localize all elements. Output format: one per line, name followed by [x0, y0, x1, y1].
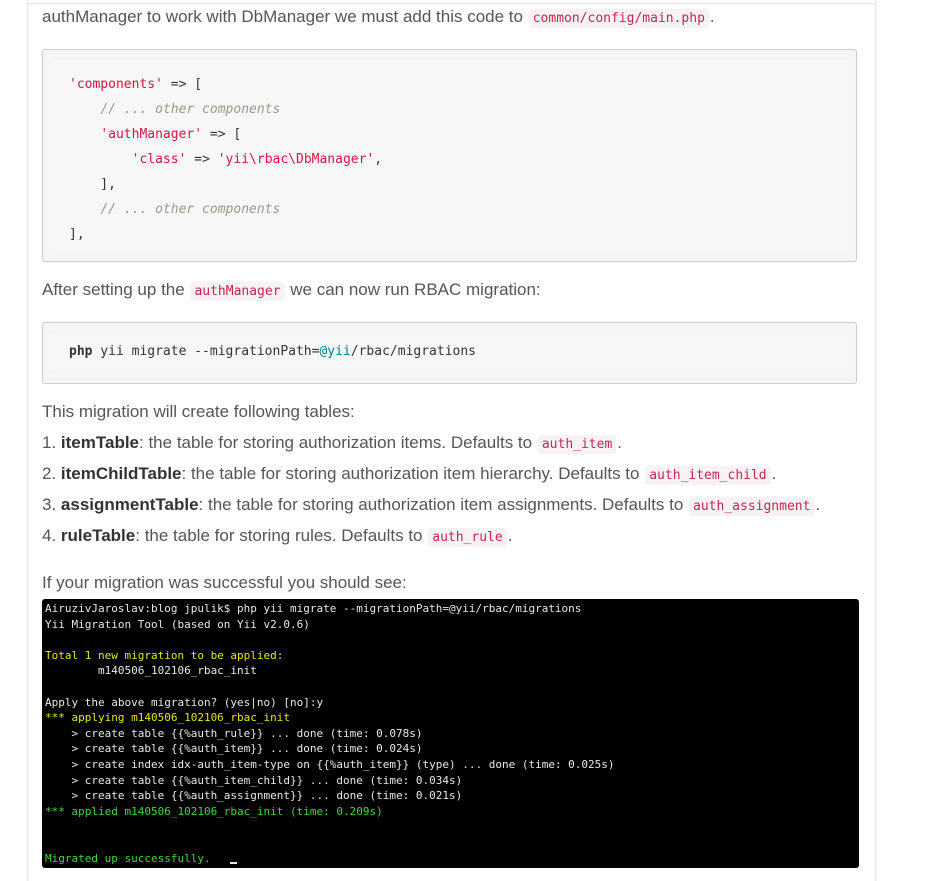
code-string: 'class' [131, 152, 187, 167]
table-item-number: 3. [42, 495, 57, 514]
content-right-border [875, 0, 876, 881]
table-item-end: . [507, 526, 513, 545]
table-item-number: 2. [42, 464, 57, 483]
code-punctuation [69, 152, 132, 167]
code-string: 'authManager' [100, 127, 203, 142]
code-punctuation [69, 102, 100, 117]
content-top-border [27, 3, 876, 4]
after-setup-paragraph: After setting up the authManager we can … [42, 279, 541, 303]
table-item-number: 4. [42, 526, 57, 545]
terminal-line: AiruzivJaroslav:blog jpulik$ php yii mig… [45, 602, 582, 615]
code-punctuation [69, 202, 100, 217]
code-punctuation: => [ [162, 77, 203, 92]
table-list-item: 4. ruleTable: the table for storing rule… [42, 525, 512, 549]
terminal-line: > create table {{%auth_item_child}} ... … [45, 773, 463, 787]
table-item-desc: : the table for storing rules. Defaults … [135, 526, 423, 545]
terminal-line: m140506_102106_rbac_init [45, 664, 257, 678]
code-punctuation: ], [69, 227, 85, 242]
article-page: authManager to work with DbManager we mu… [0, 0, 943, 881]
config-code-block-inner: 'components' => [ // ... other component… [50, 60, 848, 249]
after-setup-before: After setting up the [42, 280, 185, 299]
code-punctuation: , [374, 152, 383, 167]
terminal-output-image: AiruzivJaroslav:blog jpulik$ php yii mig… [42, 599, 859, 868]
terminal-output: AiruzivJaroslav:blog jpulik$ php yii mig… [45, 601, 615, 866]
table-list-item: 1. itemTable: the table for storing auth… [42, 432, 622, 456]
command-part-2: /rbac/migrations [350, 344, 477, 359]
content-left-border [27, 0, 28, 881]
table-item-desc: : the table for storing authorization it… [181, 464, 640, 483]
migration-command-block: php yii migrate --migrationPath=@yii/rba… [42, 322, 857, 384]
code-punctuation: => [186, 152, 218, 167]
code-comment: // ... other components [100, 202, 281, 217]
table-item-default: auth_item [537, 435, 617, 454]
code-string: 'components' [69, 77, 163, 92]
code-punctuation [69, 127, 100, 142]
config-code: 'components' => [ // ... other component… [69, 72, 382, 247]
table-item-default: auth_assignment [689, 497, 815, 516]
terminal-line: *** applying m140506_102106_rbac_init [45, 711, 291, 725]
auth-manager-code: authManager [190, 282, 285, 301]
table-item-desc: : the table for storing authorization it… [198, 495, 684, 514]
after-setup-after: we can now run RBAC migration: [290, 280, 541, 299]
table-item-name: ruleTable [60, 526, 136, 545]
terminal-line: > create table {{%auth_assignment}} ... … [45, 789, 463, 803]
table-item-name: itemChildTable [60, 464, 182, 483]
command-yii-alias: @yii [319, 344, 351, 359]
terminal-line: Yii Migration Tool (based on Yii v2.0.6) [45, 617, 310, 631]
migration-command: php yii migrate --migrationPath=@yii/rba… [69, 339, 476, 364]
tables-intro: This migration will create following tab… [42, 402, 355, 421]
table-item-number: 1. [42, 433, 57, 452]
config-path-code: common/config/main.php [528, 9, 709, 28]
terminal-line: Total 1 new migration to be applied: [45, 648, 284, 662]
table-item-desc: : the table for storing authorization it… [139, 433, 533, 452]
terminal-cursor [229, 861, 237, 864]
code-comment: // ... other components [100, 102, 281, 117]
table-item-end: . [815, 495, 821, 514]
table-item-name: assignmentTable [60, 495, 199, 514]
table-item-default: auth_item_child [645, 466, 771, 485]
terminal-line: Apply the above migration? (yes|no) [no]… [45, 695, 324, 709]
table-list-item: 3. assignmentTable: the table for storin… [42, 494, 820, 518]
terminal-line: Migrated up successfully. [45, 851, 211, 865]
table-item-end: . [617, 433, 623, 452]
intro-end: . [709, 7, 715, 26]
intro-text: authManager to work with DbManager we mu… [42, 7, 523, 26]
command-part-1: yii migrate --migrationPath= [92, 344, 320, 359]
code-punctuation: ], [69, 177, 116, 192]
terminal-line: > create index idx-auth_item-type on {{%… [45, 757, 615, 771]
terminal-line: *** applied m140506_102106_rbac_init (ti… [45, 804, 383, 818]
table-list-item: 2. itemChildTable: the table for storing… [42, 463, 776, 487]
code-punctuation: => [ [202, 127, 242, 142]
table-item-name: itemTable [60, 433, 140, 452]
table-item-default: auth_rule [428, 528, 507, 547]
code-string: 'yii\rbac\DbManager' [217, 152, 375, 167]
success-intro: If your migration was successful you sho… [42, 573, 407, 592]
command-php: php [69, 344, 93, 359]
terminal-line: > create table {{%auth_rule}} ... done (… [45, 726, 423, 740]
table-item-end: . [771, 464, 777, 483]
terminal-line: > create table {{%auth_item}} ... done (… [45, 742, 423, 756]
intro-paragraph: authManager to work with DbManager we mu… [42, 6, 715, 30]
config-code-block: 'components' => [ // ... other component… [42, 49, 857, 262]
migration-command-block-inner: php yii migrate --migrationPath=@yii/rba… [50, 333, 848, 371]
